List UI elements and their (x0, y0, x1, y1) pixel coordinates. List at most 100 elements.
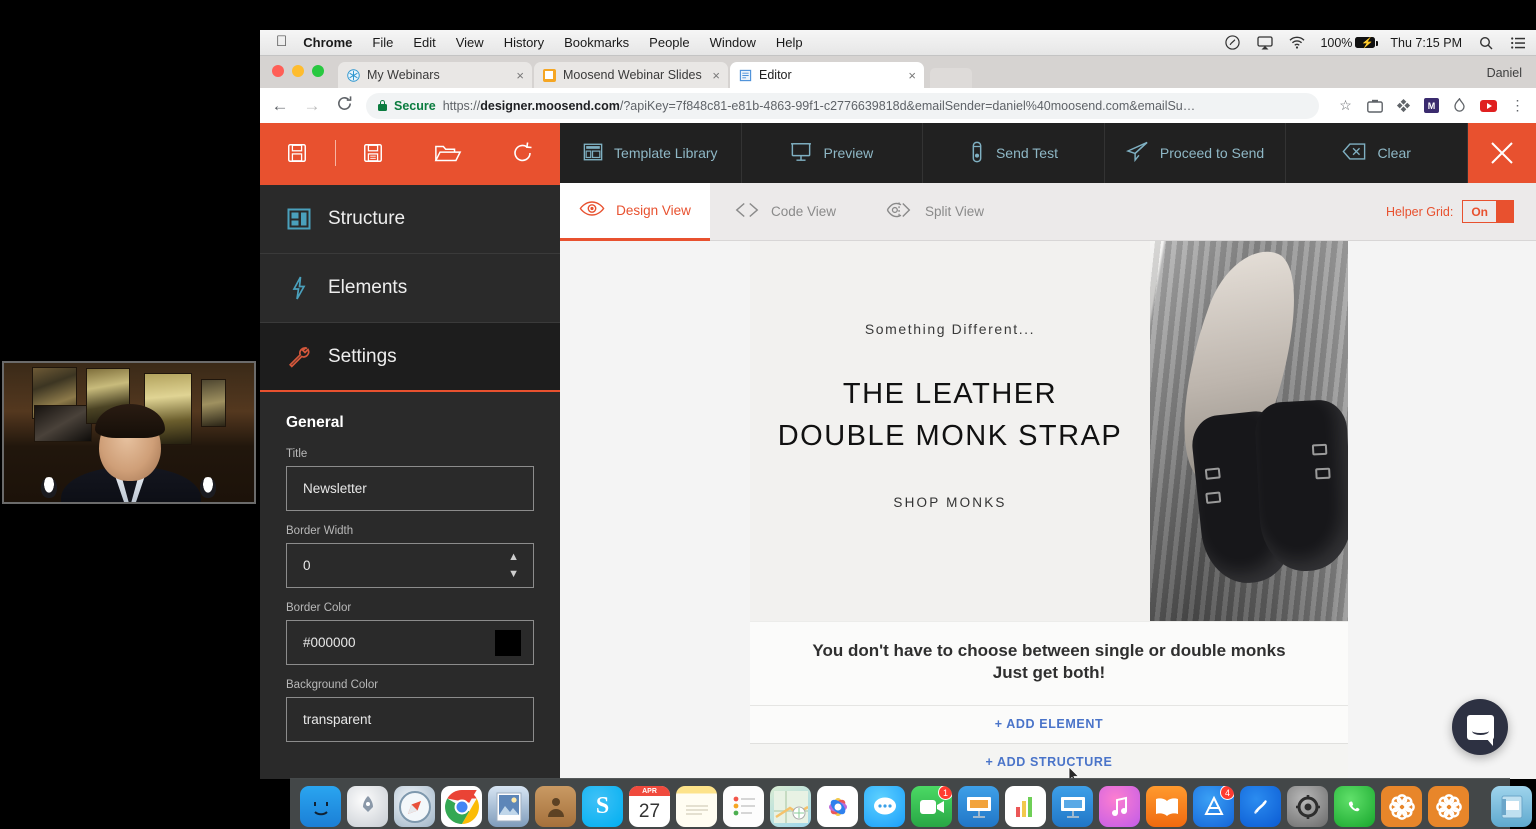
dock-item-contacts[interactable] (535, 786, 576, 827)
youtube-extension-icon[interactable] (1480, 99, 1497, 112)
dock-item-finder[interactable] (300, 786, 341, 827)
tab-split-view[interactable]: Split View (860, 183, 1010, 241)
spotlight-search-icon[interactable] (1477, 36, 1494, 50)
dock-item-system-preferences[interactable] (1287, 786, 1328, 827)
dock-item-skype[interactable]: S (582, 786, 623, 827)
dock-item-ibooks[interactable] (1146, 786, 1187, 827)
dock-item-maps[interactable] (770, 786, 811, 827)
dock-item-keynote[interactable] (1052, 786, 1093, 827)
border-color-input[interactable]: #000000 (286, 620, 534, 665)
close-editor-button[interactable] (1468, 123, 1536, 183)
screenshot-camera-icon[interactable] (1366, 97, 1383, 114)
chrome-profile-name[interactable]: Daniel (1487, 66, 1522, 80)
menu-window[interactable]: Window (710, 35, 756, 50)
menu-help[interactable]: Help (776, 35, 803, 50)
tab-my-webinars[interactable]: My Webinars × (338, 62, 532, 88)
border-width-input[interactable]: 0 ▲ ▼ (286, 543, 534, 588)
notification-center-icon[interactable] (1509, 36, 1526, 50)
shazam-icon[interactable] (1224, 35, 1241, 50)
menu-view[interactable]: View (456, 35, 484, 50)
add-element-button[interactable]: + ADD ELEMENT (750, 704, 1348, 743)
battery-status[interactable]: 100% ⚡ (1320, 36, 1379, 50)
dock-item-app-store[interactable]: 4 (1193, 786, 1234, 827)
undo-icon[interactable] (485, 141, 560, 165)
tab-close-icon[interactable]: × (516, 68, 524, 83)
email-hero-block[interactable]: Something Different... THE LEATHER DOUBL… (750, 241, 1348, 621)
tab-close-icon[interactable]: × (712, 68, 720, 83)
facetime-badge: 1 (938, 786, 952, 800)
title-input[interactable]: Newsletter (286, 466, 534, 511)
email-body-text[interactable]: You don't have to choose between single … (750, 621, 1348, 705)
dock-item-safari[interactable] (394, 786, 435, 827)
dock-item-photo-booth[interactable] (488, 786, 529, 827)
intercom-chat-button[interactable] (1452, 699, 1508, 755)
apple-icon[interactable]:  (276, 33, 287, 50)
dock-item-launchpad[interactable] (347, 786, 388, 827)
star-bookmark-icon[interactable]: ☆ (1337, 97, 1354, 114)
menu-chrome[interactable]: Chrome (303, 35, 352, 50)
forward-button[interactable]: → (302, 96, 322, 116)
new-tab-button[interactable] (930, 68, 972, 88)
dock-item-photos[interactable] (817, 786, 858, 827)
preview-button[interactable]: Preview (742, 123, 924, 183)
close-window-button[interactable] (272, 65, 284, 77)
tab-code-view[interactable]: Code View (710, 183, 860, 241)
dock-item-calendar[interactable]: APR 27 (629, 786, 670, 827)
background-color-input[interactable]: transparent (286, 697, 534, 742)
menu-bookmarks[interactable]: Bookmarks (564, 35, 629, 50)
menu-people[interactable]: People (649, 35, 689, 50)
helper-grid-toggle[interactable]: On (1462, 200, 1514, 223)
menu-edit[interactable]: Edit (413, 35, 435, 50)
tab-moosend-webinar-slides[interactable]: Moosend Webinar Slides - Goo × (534, 62, 728, 88)
stepper-down-icon[interactable]: ▼ (508, 568, 519, 580)
stepper-up-icon[interactable]: ▲ (508, 551, 519, 563)
tab-design-view[interactable]: Design View (560, 182, 710, 241)
menu-file[interactable]: File (372, 35, 393, 50)
border-color-swatch[interactable] (495, 629, 521, 656)
save-icon[interactable] (260, 142, 335, 164)
extension-flame-icon[interactable] (1451, 97, 1468, 114)
hero-cta-label[interactable]: SHOP MONKS (750, 495, 1150, 510)
dock-item-chrome[interactable] (441, 786, 482, 827)
dock-item-itunes[interactable] (1099, 786, 1140, 827)
proceed-to-send-button[interactable]: Proceed to Send (1105, 123, 1287, 183)
chrome-menu-icon[interactable]: ⋮ (1509, 97, 1526, 114)
dock-item-notes[interactable] (676, 786, 717, 827)
open-folder-icon[interactable] (411, 141, 486, 165)
dock-item-flower-app-1[interactable] (1381, 786, 1422, 827)
sidebar-item-structure[interactable]: Structure (260, 185, 560, 254)
view-mode-tabs: Design View Code View Split View Helper … (560, 182, 1536, 241)
template-library-button[interactable]: Template Library (560, 123, 742, 183)
wifi-icon[interactable] (1288, 36, 1305, 50)
dock-item-shazam[interactable] (1240, 786, 1281, 827)
clear-button[interactable]: Clear (1286, 123, 1468, 183)
maximize-window-button[interactable] (312, 65, 324, 77)
dock-item-reminders[interactable] (723, 786, 764, 827)
sidebar-item-label: Elements (328, 277, 408, 298)
dock-item-whatsapp[interactable] (1334, 786, 1375, 827)
sidebar-item-elements[interactable]: Elements (260, 254, 560, 323)
menu-history[interactable]: History (504, 35, 544, 50)
extension-purple-icon[interactable]: M (1424, 98, 1439, 113)
dock-item-facetime[interactable]: 1 (911, 786, 952, 827)
shoe-buckle (1205, 491, 1222, 504)
reload-icon[interactable] (334, 95, 354, 117)
minimize-window-button[interactable] (292, 65, 304, 77)
add-structure-button[interactable]: + ADD STRUCTURE (750, 742, 1348, 779)
dock-item-keynote-alt[interactable] (958, 786, 999, 827)
number-stepper[interactable]: ▲ ▼ (508, 551, 519, 580)
dock-item-flower-app-2[interactable] (1428, 786, 1469, 827)
send-test-button[interactable]: Send Test (923, 123, 1105, 183)
airplay-icon[interactable] (1256, 35, 1273, 50)
dock-item-numbers[interactable] (1005, 786, 1046, 827)
extension-icon[interactable] (1395, 97, 1412, 114)
dock-item-documents-folder[interactable] (1491, 786, 1532, 827)
address-bar[interactable]: Secure https://designer.moosend.com/?api… (366, 92, 1319, 119)
tab-editor[interactable]: Editor × (730, 62, 924, 88)
dock-item-messages[interactable] (864, 786, 905, 827)
tab-close-icon[interactable]: × (908, 68, 916, 83)
back-button[interactable]: ← (270, 96, 290, 116)
sidebar-item-settings[interactable]: Settings (260, 323, 560, 392)
menubar-clock[interactable]: Thu 7:15 PM (1390, 36, 1462, 50)
save-as-icon[interactable] (336, 142, 411, 164)
